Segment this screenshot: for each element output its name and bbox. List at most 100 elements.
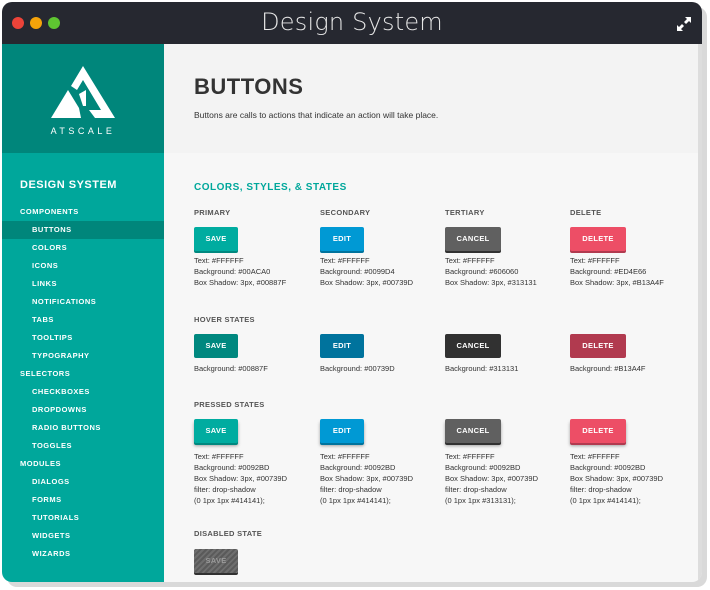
- sidebar-group-modules[interactable]: MODULES: [2, 455, 164, 473]
- spec-line: Text: #FFFFFF: [194, 452, 244, 461]
- window-title: Design System: [261, 8, 443, 36]
- pressed-delete-spec: Text: #FFFFFF Background: #0092BD Box Shad…: [570, 451, 663, 506]
- sidebar-item-wizards[interactable]: WIZARDS: [2, 545, 164, 563]
- spec-line: Box Shadow: 3px, #00739D: [445, 474, 538, 483]
- spec-line: filter: drop-shadow: [445, 485, 507, 494]
- sidebar: ATSCALE DESIGN SYSTEM COMPONENTS BUTTONS C…: [2, 44, 164, 582]
- spec-line: Background: #0092BD: [194, 463, 270, 472]
- pressed-edit-button[interactable]: EDIT: [320, 419, 364, 443]
- main-content: COLORS, STYLES, & STATES PRIMARY SECONDAR…: [164, 153, 698, 582]
- spec-line: Box Shadow: 3px, #313131: [445, 278, 537, 287]
- pressed-save-spec: Text: #FFFFFF Background: #0092BD Box Shad…: [194, 451, 287, 506]
- page-header: BUTTONS Buttons are calls to actions tha…: [164, 44, 702, 153]
- default-cancel-spec: Text: #FFFFFF Background: #606060 Box Shad…: [445, 255, 537, 288]
- column-label-delete: DELETE: [570, 208, 602, 217]
- sidebar-item-dropdowns[interactable]: DROPDOWNS: [2, 401, 164, 419]
- spec-line: Background: #0092BD: [445, 463, 521, 472]
- spec-line: Background: #0099D4: [320, 267, 395, 276]
- scrollbar[interactable]: [698, 44, 702, 582]
- spec-line: Background: #606060: [445, 267, 519, 276]
- sidebar-item-checkboxes[interactable]: CHECKBOXES: [2, 383, 164, 401]
- spec-line: Box Shadow: 3px, #00739D: [320, 474, 413, 483]
- hover-edit-spec: Background: #00739D: [320, 363, 395, 374]
- hover-delete-button[interactable]: DELETE: [570, 334, 626, 358]
- pressed-delete-button[interactable]: DELETE: [570, 419, 626, 443]
- sidebar-item-buttons[interactable]: BUTTONS: [2, 221, 164, 239]
- page-title: BUTTONS: [194, 74, 304, 99]
- column-label-secondary: SECONDARY: [320, 208, 371, 217]
- default-edit-spec: Text: #FFFFFF Background: #0099D4 Box Shad…: [320, 255, 413, 288]
- spec-line: Box Shadow: 3px, #00739D: [194, 474, 287, 483]
- sidebar-item-colors[interactable]: COLORS: [2, 239, 164, 257]
- spec-line: Box Shadow: 3px, #00739D: [320, 278, 413, 287]
- column-label-tertiary: TERTIARY: [445, 208, 485, 217]
- sidebar-item-forms[interactable]: FORMS: [2, 491, 164, 509]
- sidebar-item-tooltips[interactable]: TOOLTIPS: [2, 329, 164, 347]
- default-edit-button[interactable]: EDIT: [320, 227, 364, 251]
- spec-line: filter: drop-shadow: [194, 485, 256, 494]
- hover-edit-button[interactable]: EDIT: [320, 334, 364, 358]
- spec-line: (0 1px 1px #414141);: [320, 496, 391, 505]
- page-description: Buttons are calls to actions that indica…: [194, 110, 439, 120]
- spec-line: Box Shadow: 3px, #00739D: [570, 474, 663, 483]
- sidebar-item-tutorials[interactable]: TUTORIALS: [2, 509, 164, 527]
- hover-save-spec: Background: #00887F: [194, 363, 268, 374]
- hover-cancel-spec: Background: #313131: [445, 363, 518, 374]
- spec-line: Background: #00ACA0: [194, 267, 271, 276]
- app-window: Design System ATSCALE DESIGN SYSTEM COMP…: [2, 2, 702, 582]
- sidebar-item-radio-buttons[interactable]: RADIO BUTTONS: [2, 419, 164, 437]
- spec-line: Background: #B13A4F: [570, 364, 646, 373]
- sidebar-item-typography[interactable]: TYPOGRAPHY: [2, 347, 164, 365]
- sidebar-item-notifications[interactable]: NOTIFICATIONS: [2, 293, 164, 311]
- atscale-logo-icon: [51, 66, 115, 118]
- title-bar: Design System: [2, 2, 702, 44]
- column-label-primary: PRIMARY: [194, 208, 231, 217]
- logo-area: ATSCALE: [2, 44, 164, 153]
- spec-line: Background: #0092BD: [570, 463, 646, 472]
- sidebar-item-links[interactable]: LINKS: [2, 275, 164, 293]
- disabled-save-button: SAVE: [194, 549, 238, 573]
- spec-line: Text: #FFFFFF: [445, 452, 495, 461]
- disabled-state-label: DISABLED STATE: [194, 529, 263, 538]
- sidebar-item-dialogs[interactable]: DIALOGS: [2, 473, 164, 491]
- spec-line: (0 1px 1px #313131);: [445, 496, 516, 505]
- pressed-save-button[interactable]: SAVE: [194, 419, 238, 443]
- spec-line: (0 1px 1px #414141);: [570, 496, 641, 505]
- logo-text: ATSCALE: [50, 126, 116, 136]
- sidebar-item-toggles[interactable]: TOGGLES: [2, 437, 164, 455]
- spec-line: filter: drop-shadow: [320, 485, 382, 494]
- sidebar-item-icons[interactable]: ICONS: [2, 257, 164, 275]
- spec-line: Background: #ED4E66: [570, 267, 647, 276]
- spec-line: Background: #313131: [445, 364, 519, 373]
- spec-line: (0 1px 1px #414141);: [194, 496, 265, 505]
- default-save-button[interactable]: SAVE: [194, 227, 238, 251]
- sidebar-item-widgets[interactable]: WIDGETS: [2, 527, 164, 545]
- expand-arrows-icon[interactable]: [676, 16, 692, 32]
- spec-line: Box Shadow: 3px, #B13A4F: [570, 278, 664, 287]
- spec-line: Box Shadow: 3px, #00887F: [194, 278, 287, 287]
- pressed-cancel-button[interactable]: CANCEL: [445, 419, 501, 443]
- hover-delete-spec: Background: #B13A4F: [570, 363, 645, 374]
- hover-states-label: HOVER STATES: [194, 315, 255, 324]
- pressed-cancel-spec: Text: #FFFFFF Background: #0092BD Box Shad…: [445, 451, 538, 506]
- spec-line: filter: drop-shadow: [570, 485, 632, 494]
- sidebar-item-tabs[interactable]: TABS: [2, 311, 164, 329]
- spec-line: Text: #FFFFFF: [445, 256, 495, 265]
- default-cancel-button[interactable]: CANCEL: [445, 227, 501, 251]
- sidebar-group-components[interactable]: COMPONENTS: [2, 203, 164, 221]
- spec-line: Text: #FFFFFF: [320, 452, 370, 461]
- pressed-states-label: PRESSED STATES: [194, 400, 265, 409]
- spec-line: Text: #FFFFFF: [320, 256, 370, 265]
- hover-cancel-button[interactable]: CANCEL: [445, 334, 501, 358]
- sidebar-heading: DESIGN SYSTEM: [20, 179, 117, 191]
- hover-save-button[interactable]: SAVE: [194, 334, 238, 358]
- default-delete-spec: Text: #FFFFFF Background: #ED4E66 Box Shad…: [570, 255, 664, 288]
- spec-line: Background: #00739D: [320, 364, 395, 373]
- default-delete-button[interactable]: DELETE: [570, 227, 626, 251]
- sidebar-group-selectors[interactable]: SELECTORS: [2, 365, 164, 383]
- section-title: COLORS, STYLES, & STATES: [194, 182, 347, 193]
- spec-line: Text: #FFFFFF: [194, 256, 244, 265]
- default-save-spec: Text: #FFFFFF Background: #00ACA0 Box Shad…: [194, 255, 286, 288]
- pressed-edit-spec: Text: #FFFFFF Background: #0092BD Box Shad…: [320, 451, 413, 506]
- spec-line: Background: #00887F: [194, 364, 268, 373]
